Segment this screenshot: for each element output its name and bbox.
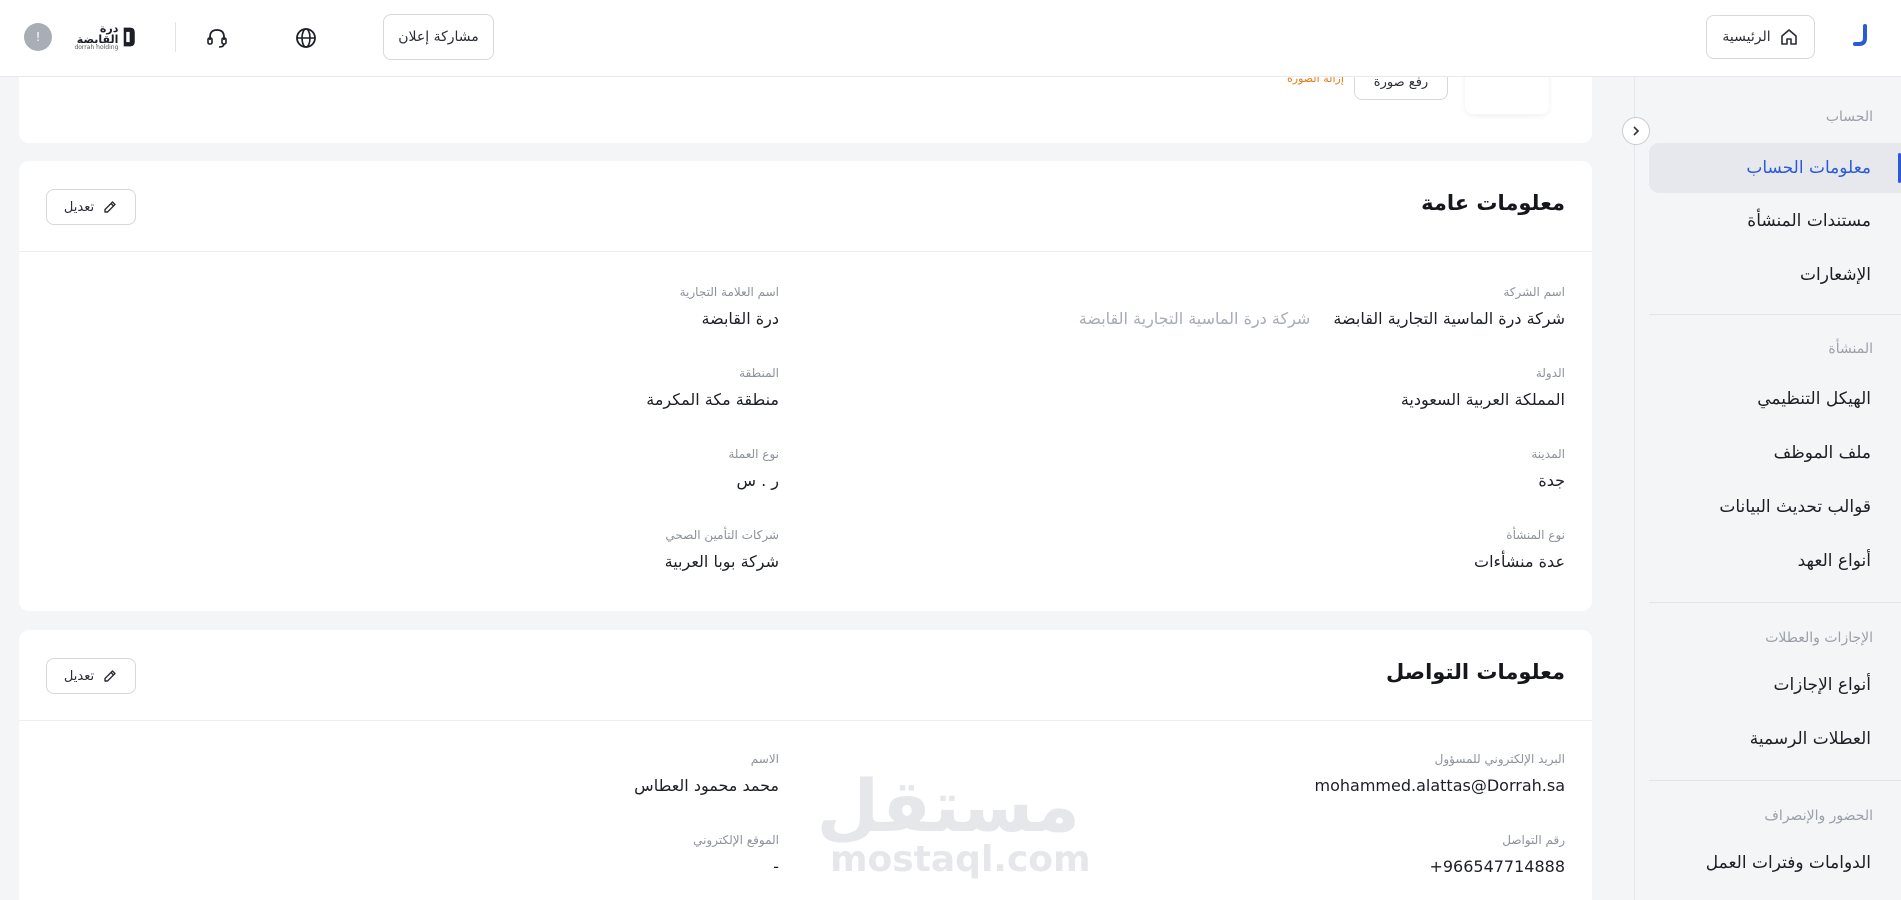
logo-text-en: dorrah holding — [74, 44, 119, 51]
field-value: mohammed.alattas@Dorrah.sa — [1314, 776, 1565, 795]
share-ad-button[interactable]: مشاركة إعلان — [383, 14, 494, 60]
sidebar-item-account-info[interactable]: معلومات الحساب — [1649, 143, 1901, 193]
field-phone: رقم التواصل 966547714888+ — [1429, 833, 1565, 876]
logo-mark-icon — [124, 27, 136, 47]
pencil-icon — [104, 670, 116, 682]
sidebar-item-shifts-periods[interactable]: الدوامات وفترات العمل — [1706, 853, 1871, 873]
home-icon — [1780, 29, 1797, 45]
general-info-title: معلومات عامة — [1421, 191, 1565, 215]
edit-general-button[interactable]: تعديل — [46, 189, 136, 225]
field-label: البريد الإلكتروني للمسؤول — [1434, 752, 1565, 766]
field-value: المملكة العربية السعودية — [1400, 390, 1565, 409]
logo-text-ar: درة القابضة — [76, 22, 119, 46]
field-value: شركة بوبا العربية — [664, 552, 779, 571]
contact-info-title: معلومات التواصل — [1386, 660, 1565, 684]
sidebar-collapse-button[interactable] — [1622, 117, 1650, 145]
field-value: ر . س — [736, 471, 779, 490]
sidebar-divider — [1649, 780, 1901, 781]
home-label: الرئيسية — [1722, 29, 1771, 45]
sidebar-item-notifications[interactable]: الإشعارات — [1800, 265, 1871, 285]
field-country: الدولة المملكة العربية السعودية — [1401, 366, 1565, 409]
field-hint: شركة درة الماسية التجارية القابضة — [1078, 309, 1311, 328]
field-entity-type: نوع المنشأة عدة منشأءات — [1474, 528, 1565, 571]
sidebar-section-entity: المنشأة — [1828, 341, 1873, 357]
field-contact-name: الاسم محمد محمود العطاس — [634, 752, 779, 795]
sidebar-divider — [1649, 602, 1901, 603]
pencil-icon — [104, 201, 116, 213]
sidebar-item-leave-types[interactable]: أنواع الإجازات — [1773, 675, 1871, 695]
watermark-ar: مستقل — [816, 764, 1080, 848]
field-health-insurance: شركات التأمين الصحي شركة بوبا العربية — [665, 528, 779, 571]
sidebar: الحساب معلومات الحساب مستندات المنشأة ال… — [1634, 77, 1901, 900]
brand-logo-icon[interactable] — [1851, 24, 1871, 48]
user-avatar[interactable]: ! — [24, 23, 52, 51]
field-label: المدينة — [1531, 447, 1565, 461]
chevron-right-icon — [1633, 126, 1640, 136]
field-value: عدة منشأءات — [1474, 552, 1565, 571]
sidebar-item-data-update-templates[interactable]: قوالب تحديث البيانات — [1719, 497, 1871, 517]
field-label: المنطقة — [739, 366, 779, 380]
field-value: درة القابضة — [701, 309, 779, 328]
field-label: الموقع الإلكتروني — [693, 833, 779, 847]
sidebar-item-entity-docs[interactable]: مستندات المنشأة — [1747, 211, 1871, 231]
edit-label: تعديل — [63, 668, 95, 684]
watermark: مستقل mostaql.com — [816, 764, 1091, 880]
field-currency: نوع العملة ر . س — [728, 447, 779, 490]
sidebar-section-account: الحساب — [1825, 109, 1873, 125]
sidebar-item-custody-types[interactable]: أنواع العهد — [1798, 551, 1871, 571]
sidebar-section-attendance: الحضور والإنصراف — [1764, 808, 1873, 824]
sidebar-item-employee-file[interactable]: ملف الموظف — [1774, 443, 1871, 463]
sidebar-item-org-structure[interactable]: الهيكل التنظيمي — [1757, 389, 1871, 409]
contact-info-card: معلومات التواصل تعديل البريد الإلكتروني … — [19, 630, 1592, 900]
field-brand-name: اسم العلامة التجارية درة القابضة — [680, 285, 779, 328]
field-label: شركات التأمين الصحي — [665, 528, 779, 542]
edit-label: تعديل — [63, 199, 95, 215]
support-headset-icon[interactable] — [203, 24, 231, 52]
field-company-name: اسم الشركة شركة درة الماسية التجارية الق… — [1079, 285, 1565, 328]
field-label: نوع العملة — [728, 447, 779, 461]
field-label: اسم العلامة التجارية — [679, 285, 779, 299]
field-label: رقم التواصل — [1502, 833, 1565, 847]
watermark-en: mostaql.com — [830, 839, 1091, 880]
card-divider — [19, 251, 1592, 252]
field-value: محمد محمود العطاس — [634, 776, 779, 795]
field-label: اسم الشركة — [1503, 285, 1565, 299]
field-label: نوع المنشأة — [1506, 528, 1565, 542]
company-logo: درة القابضة dorrah holding — [64, 20, 136, 54]
edit-contact-button[interactable]: تعديل — [46, 658, 136, 694]
field-value: - — [773, 857, 779, 876]
field-value: 966547714888+ — [1429, 857, 1565, 876]
field-admin-email: البريد الإلكتروني للمسؤول mohammed.alatt… — [1315, 752, 1565, 795]
sidebar-section-leaves: الإجازات والعطلات — [1765, 630, 1873, 646]
field-value: شركة درة الماسية التجارية القابضة — [1333, 309, 1565, 328]
home-button[interactable]: الرئيسية — [1706, 15, 1815, 59]
field-label: الاسم — [750, 752, 779, 766]
sidebar-divider — [1649, 314, 1901, 315]
language-globe-icon[interactable] — [292, 24, 320, 52]
field-value: جدة — [1538, 471, 1565, 490]
card-divider — [19, 720, 1592, 721]
top-bar: الرئيسية مشاركة إعلان درة القابضة dorrah… — [0, 0, 1901, 77]
general-info-card: معلومات عامة تعديل اسم الشركة شركة درة ا… — [19, 161, 1592, 611]
header-divider — [175, 22, 176, 52]
field-website: الموقع الإلكتروني - — [693, 833, 779, 876]
sidebar-item-official-holidays[interactable]: العطلات الرسمية — [1750, 729, 1871, 749]
field-city: المدينة جدة — [1531, 447, 1565, 490]
field-region: المنطقة منطقة مكة المكرمة — [646, 366, 779, 409]
field-value: منطقة مكة المكرمة — [646, 390, 779, 409]
field-label: الدولة — [1535, 366, 1565, 380]
